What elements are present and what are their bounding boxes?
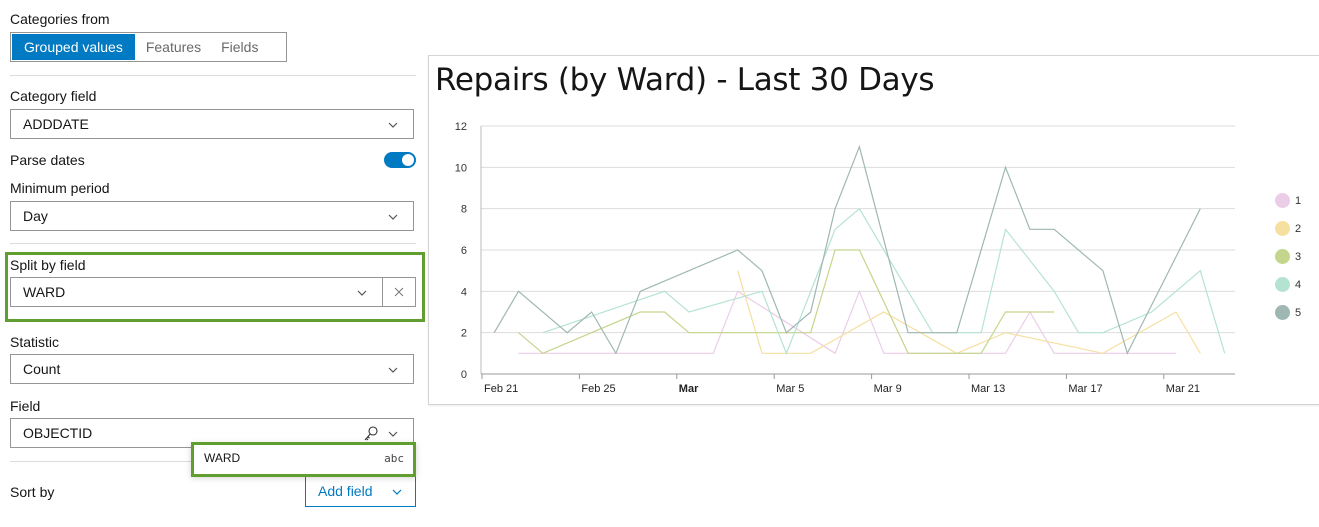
x-tick-label: Mar 13 xyxy=(971,383,1005,395)
split-by-field-value: WARD xyxy=(23,284,66,300)
legend-item-3[interactable]: 3 xyxy=(1275,249,1301,264)
parse-dates-label: Parse dates xyxy=(10,152,85,168)
category-field-select[interactable]: ADDDATE xyxy=(10,109,414,139)
dropdown-highlight xyxy=(191,442,416,477)
category-field-label: Category field xyxy=(10,88,97,104)
add-field-button[interactable]: Add field xyxy=(305,476,416,507)
y-tick-label: 10 xyxy=(455,162,467,174)
legend-item-2[interactable]: 2 xyxy=(1275,221,1301,236)
line-chart: 0 2 4 6 8 10 12 Feb 21 Feb 25 Mar Mar 5 Mar 9 Mar 13… xyxy=(455,121,1235,395)
sort-by-label: Sort by xyxy=(10,484,55,500)
parse-dates-toggle[interactable] xyxy=(384,152,416,168)
legend-swatch xyxy=(1275,249,1290,264)
y-tick-label: 0 xyxy=(461,369,467,381)
x-tick-label: Mar 5 xyxy=(776,383,804,395)
minimum-period-label: Minimum period xyxy=(10,180,110,196)
segment-features[interactable]: Features xyxy=(136,33,211,61)
legend-label: 3 xyxy=(1295,250,1302,263)
x-tick-label: Feb 21 xyxy=(484,383,518,395)
divider xyxy=(10,243,416,244)
x-tick-label: Mar 21 xyxy=(1166,383,1200,395)
segment-fields[interactable]: Fields xyxy=(211,33,268,61)
y-tick-label: 4 xyxy=(461,286,467,298)
legend-swatch xyxy=(1275,193,1290,208)
chart-panel: Repairs (by Ward) - Last 30 Days 0 2 4 6 8 10… xyxy=(428,55,1319,405)
x-tick-label: Mar 17 xyxy=(1068,383,1102,395)
statistic-value: Count xyxy=(23,361,61,377)
toggle-knob xyxy=(402,154,414,166)
legend-label: 1 xyxy=(1295,194,1302,207)
y-tick-label: 8 xyxy=(461,204,467,216)
split-by-field-select[interactable]: WARD xyxy=(10,277,383,307)
segment-grouped-values[interactable]: Grouped values xyxy=(12,34,135,60)
legend-swatch xyxy=(1275,277,1290,292)
add-field-label: Add field xyxy=(318,483,373,499)
divider xyxy=(10,75,416,76)
legend-swatch xyxy=(1275,305,1290,320)
categories-from-segmented-control: Grouped values Features Fields xyxy=(10,32,287,62)
split-by-field-label: Split by field xyxy=(10,257,86,273)
series-line-4 xyxy=(542,207,1226,355)
y-tick-label: 12 xyxy=(455,121,467,133)
chevron-down-icon xyxy=(388,122,398,128)
legend-label: 5 xyxy=(1295,306,1302,319)
statistic-label: Statistic xyxy=(10,334,60,350)
y-tick-label: 2 xyxy=(461,328,467,340)
key-icon xyxy=(364,426,378,441)
series-line-3 xyxy=(518,249,1055,354)
minimum-period-value: Day xyxy=(23,208,48,224)
chevron-down-icon xyxy=(357,290,367,296)
chevron-down-icon xyxy=(388,367,398,373)
statistic-select[interactable]: Count xyxy=(10,354,414,384)
legend-item-4[interactable]: 4 xyxy=(1275,277,1301,292)
legend-label: 4 xyxy=(1295,278,1302,291)
chevron-down-icon xyxy=(388,214,398,220)
legend-swatch xyxy=(1275,221,1290,236)
categories-from-label: Categories from xyxy=(10,11,110,27)
category-field-value: ADDDATE xyxy=(23,116,89,132)
chevron-down-icon xyxy=(388,431,398,437)
minimum-period-select[interactable]: Day xyxy=(10,201,414,231)
field-value: OBJECTID xyxy=(23,425,93,441)
x-tick-label: Feb 25 xyxy=(581,383,615,395)
legend-item-1[interactable]: 1 xyxy=(1275,193,1301,208)
y-tick-label: 6 xyxy=(461,245,467,257)
clear-split-field-button[interactable] xyxy=(382,277,416,307)
chevron-down-icon xyxy=(392,489,402,495)
series-line-2 xyxy=(737,270,1201,354)
x-tick-label: Mar xyxy=(679,383,699,395)
close-icon xyxy=(394,287,404,297)
legend-item-5[interactable]: 5 xyxy=(1275,305,1301,320)
x-tick-label: Mar 9 xyxy=(874,383,902,395)
legend-label: 2 xyxy=(1295,222,1302,235)
field-label: Field xyxy=(10,398,41,414)
